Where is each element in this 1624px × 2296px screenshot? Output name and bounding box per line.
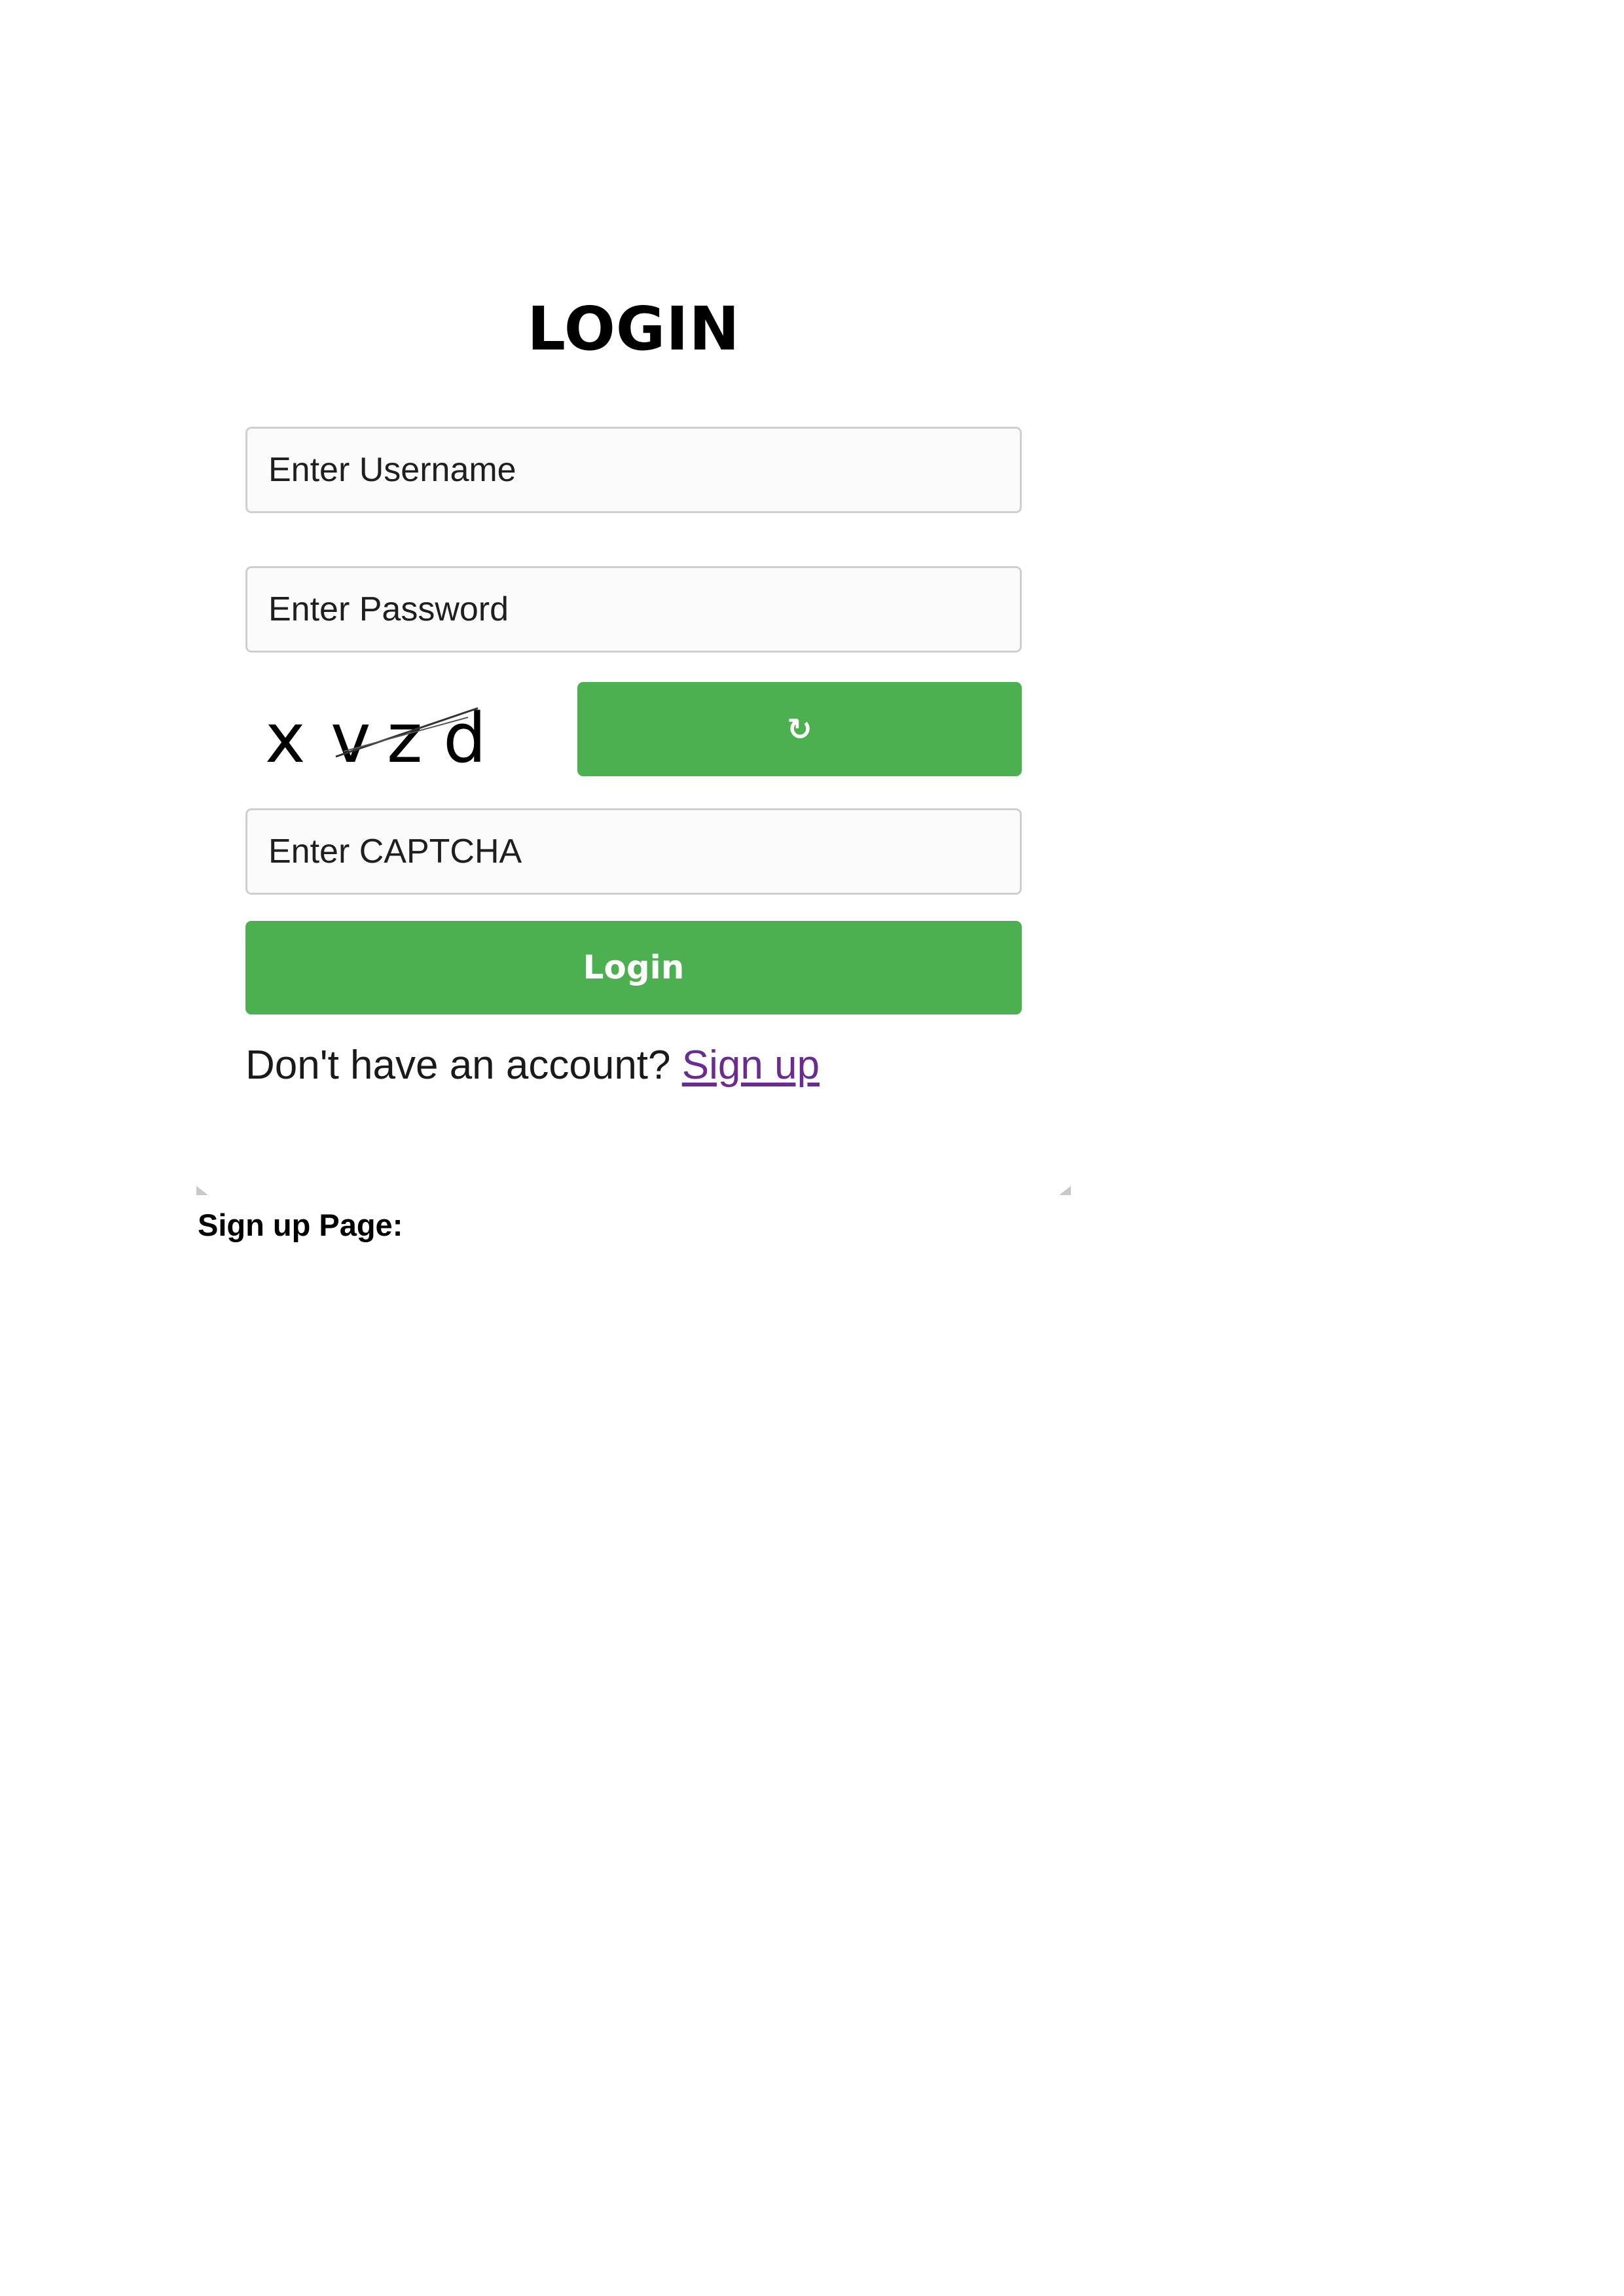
login-button[interactable]: Login <box>245 921 1022 1014</box>
screenshot-corner-mark <box>1059 1186 1071 1195</box>
username-placeholder: Enter Username <box>268 451 516 489</box>
signup-prompt-text: Don't have an account? <box>245 1043 671 1088</box>
captcha-image: x v z d <box>259 689 507 775</box>
captcha-svg: x v z d <box>265 698 486 775</box>
signup-prompt: Don't have an account? Sign up <box>245 1039 820 1092</box>
login-button-label: Login <box>583 948 685 986</box>
section-caption: Sign up Page: <box>198 1208 403 1242</box>
signup-link[interactable]: Sign up <box>682 1043 820 1088</box>
password-input[interactable]: Enter Password <box>245 566 1022 653</box>
screenshot-corner-mark <box>196 1186 208 1195</box>
refresh-icon: ↻ <box>787 711 812 747</box>
page-title: LOGIN <box>527 294 740 364</box>
refresh-captcha-button[interactable]: ↻ <box>577 682 1022 776</box>
login-screenshot: LOGIN Enter Username Enter Password x v … <box>196 249 1071 1198</box>
password-placeholder: Enter Password <box>268 590 509 628</box>
captcha-char: x <box>265 698 306 775</box>
captcha-input[interactable]: Enter CAPTCHA <box>245 808 1022 895</box>
captcha-placeholder: Enter CAPTCHA <box>268 833 522 870</box>
captcha-char: d <box>443 698 486 775</box>
username-input[interactable]: Enter Username <box>245 427 1022 513</box>
captcha-char: v <box>331 698 371 775</box>
